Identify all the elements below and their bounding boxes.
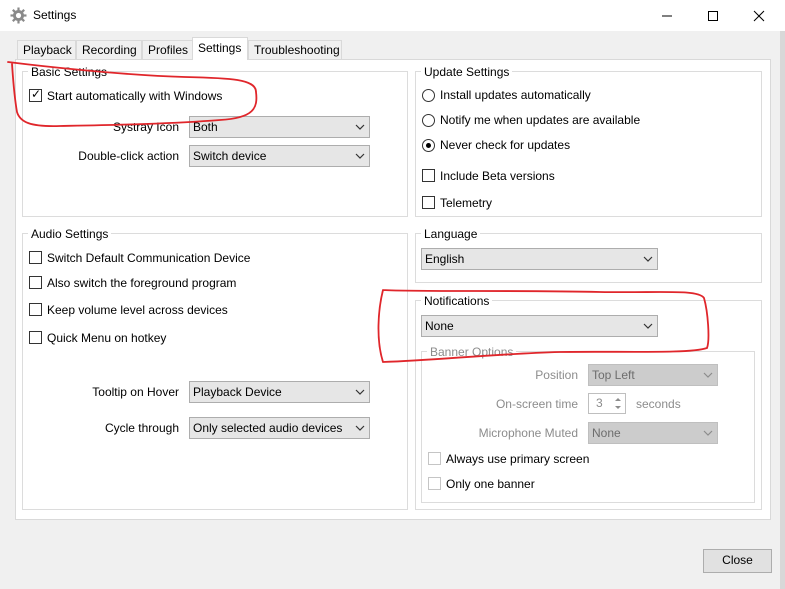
never-check-updates-radio[interactable] <box>422 139 435 152</box>
install-updates-radio[interactable] <box>422 89 435 102</box>
systray-icon-dropdown[interactable]: Both <box>189 116 370 138</box>
chevron-down-icon <box>643 256 653 262</box>
one-banner-checkbox[interactable] <box>428 477 441 490</box>
primary-screen-checkbox[interactable] <box>428 452 441 465</box>
position-label: Position <box>535 368 578 382</box>
onscreen-time-spinner[interactable]: 3 <box>588 393 626 414</box>
start-with-windows-label: Start automatically with Windows <box>47 89 223 103</box>
window-title: Settings <box>33 8 77 22</box>
basic-settings-title: Basic Settings <box>28 65 111 79</box>
dropdown-value: Top Left <box>592 368 635 382</box>
dropdown-value: English <box>425 252 465 266</box>
switch-communication-checkbox[interactable] <box>29 251 42 264</box>
minimize-icon <box>662 15 672 16</box>
tab-label: Profiles <box>148 43 189 57</box>
tab-label: Troubleshooting <box>254 43 340 57</box>
start-with-windows-checkbox[interactable]: ✓ <box>29 87 42 102</box>
close-button[interactable]: Close <box>703 549 772 573</box>
microphone-muted-label: Microphone Muted <box>478 426 578 440</box>
chevron-down-icon <box>703 372 713 378</box>
primary-screen-label: Always use primary screen <box>446 452 590 466</box>
tab-label: Settings <box>198 41 242 55</box>
dropdown-value: Switch device <box>193 149 267 163</box>
close-button-label: Close <box>722 553 753 567</box>
tab-profiles[interactable]: Profiles <box>142 40 193 59</box>
dropdown-value: Playback Device <box>193 385 282 399</box>
minimize-button[interactable] <box>644 0 690 31</box>
dropdown-value: None <box>425 319 454 333</box>
chevron-down-icon <box>703 430 713 436</box>
notifications-dropdown[interactable]: None <box>421 315 658 337</box>
audio-settings-title: Audio Settings <box>28 227 112 241</box>
language-dropdown[interactable]: English <box>421 248 658 270</box>
telemetry-label: Telemetry <box>440 196 493 210</box>
tab-label: Recording <box>82 43 137 57</box>
switch-foreground-checkbox[interactable] <box>29 276 42 289</box>
radio-selected-dot <box>426 143 431 148</box>
chevron-down-icon <box>355 425 365 431</box>
keep-volume-checkbox[interactable] <box>29 303 42 316</box>
spinner-value: 3 <box>596 396 603 410</box>
tab-playback[interactable]: Playback <box>17 40 76 59</box>
install-updates-label: Install updates automatically <box>440 88 591 102</box>
systray-icon-label: Systray Icon <box>112 120 179 134</box>
dropdown-value: Only selected audio devices <box>193 421 343 435</box>
dropdown-value: None <box>592 426 621 440</box>
check-icon: ✓ <box>31 87 42 101</box>
double-click-label: Double-click action <box>78 149 179 163</box>
double-click-dropdown[interactable]: Switch device <box>189 145 370 167</box>
tab-recording[interactable]: Recording <box>76 40 142 59</box>
dropdown-value: Both <box>193 120 218 134</box>
notify-updates-label: Notify me when updates are available <box>440 113 641 127</box>
language-title: Language <box>421 227 481 241</box>
chevron-down-icon <box>355 124 365 130</box>
close-window-button[interactable] <box>736 0 782 31</box>
tooltip-hover-dropdown[interactable]: Playback Device <box>189 381 370 403</box>
telemetry-checkbox[interactable] <box>422 196 435 209</box>
tab-settings[interactable]: Settings <box>192 37 248 60</box>
background-window-edge <box>780 31 785 589</box>
notifications-title: Notifications <box>421 294 493 308</box>
tooltip-hover-label: Tooltip on Hover <box>92 385 179 399</box>
beta-versions-checkbox[interactable] <box>422 169 435 182</box>
audio-settings-group <box>22 233 408 510</box>
quick-menu-label: Quick Menu on hotkey <box>47 331 167 345</box>
quick-menu-checkbox[interactable] <box>29 331 42 344</box>
never-check-updates-label: Never check for updates <box>440 138 571 152</box>
spinner-arrows-icon <box>615 398 621 409</box>
close-icon <box>753 10 765 21</box>
cycle-through-label: Cycle through <box>104 421 179 435</box>
notify-updates-radio[interactable] <box>422 114 435 127</box>
position-dropdown[interactable]: Top Left <box>588 364 718 386</box>
onscreen-time-label: On-screen time <box>495 397 578 411</box>
keep-volume-label: Keep volume level across devices <box>47 303 228 317</box>
switch-foreground-label: Also switch the foreground program <box>47 276 237 290</box>
chevron-down-icon <box>355 153 365 159</box>
chevron-down-icon <box>355 389 365 395</box>
cycle-through-dropdown[interactable]: Only selected audio devices <box>189 417 370 439</box>
chevron-down-icon <box>643 323 653 329</box>
banner-options-title: Banner Options <box>427 345 517 359</box>
beta-versions-label: Include Beta versions <box>440 169 555 183</box>
maximize-button[interactable] <box>690 0 736 31</box>
gear-icon <box>10 7 27 24</box>
update-settings-title: Update Settings <box>421 65 513 79</box>
microphone-muted-dropdown[interactable]: None <box>588 422 718 444</box>
maximize-icon <box>708 10 718 21</box>
title-bar: Settings <box>0 0 785 31</box>
switch-communication-label: Switch Default Communication Device <box>47 251 251 265</box>
one-banner-label: Only one banner <box>446 477 535 491</box>
tab-label: Playback <box>23 43 72 57</box>
onscreen-time-unit: seconds <box>636 397 681 411</box>
tab-troubleshooting[interactable]: Troubleshooting <box>248 40 342 59</box>
